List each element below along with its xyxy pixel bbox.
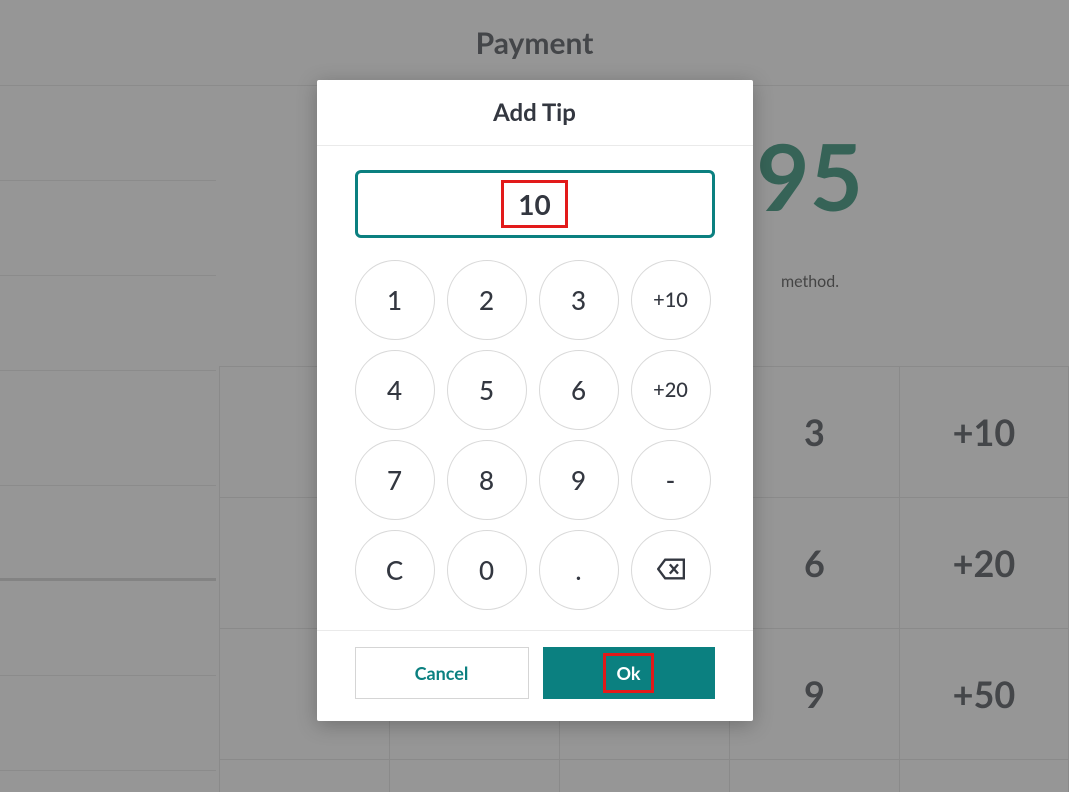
cancel-button[interactable]: Cancel xyxy=(355,647,529,699)
keypad: 123+10 456+20 789- C0. xyxy=(355,260,715,610)
key-6[interactable]: 6 xyxy=(539,350,619,430)
key-1[interactable]: 1 xyxy=(355,260,435,340)
tip-display[interactable]: 10 xyxy=(355,170,715,238)
key-7[interactable]: 7 xyxy=(355,440,435,520)
key-9[interactable]: 9 xyxy=(539,440,619,520)
key-minus[interactable]: - xyxy=(631,440,711,520)
key-plus20[interactable]: +20 xyxy=(631,350,711,430)
key-backspace[interactable] xyxy=(631,530,711,610)
key-clear[interactable]: C xyxy=(355,530,435,610)
modal-title: Add Tip xyxy=(317,80,753,146)
ok-button[interactable]: Ok xyxy=(543,647,715,699)
key-8[interactable]: 8 xyxy=(447,440,527,520)
backspace-icon xyxy=(657,554,685,586)
tip-value: 10 xyxy=(501,180,567,228)
key-2[interactable]: 2 xyxy=(447,260,527,340)
ok-button-label: Ok xyxy=(603,653,653,693)
key-plus10[interactable]: +10 xyxy=(631,260,711,340)
key-3[interactable]: 3 xyxy=(539,260,619,340)
add-tip-modal: Add Tip 10 123+10 456+20 789- C0. Cancel Ok xyxy=(317,80,753,721)
key-5[interactable]: 5 xyxy=(447,350,527,430)
key-dot[interactable]: . xyxy=(539,530,619,610)
key-0[interactable]: 0 xyxy=(447,530,527,610)
key-4[interactable]: 4 xyxy=(355,350,435,430)
